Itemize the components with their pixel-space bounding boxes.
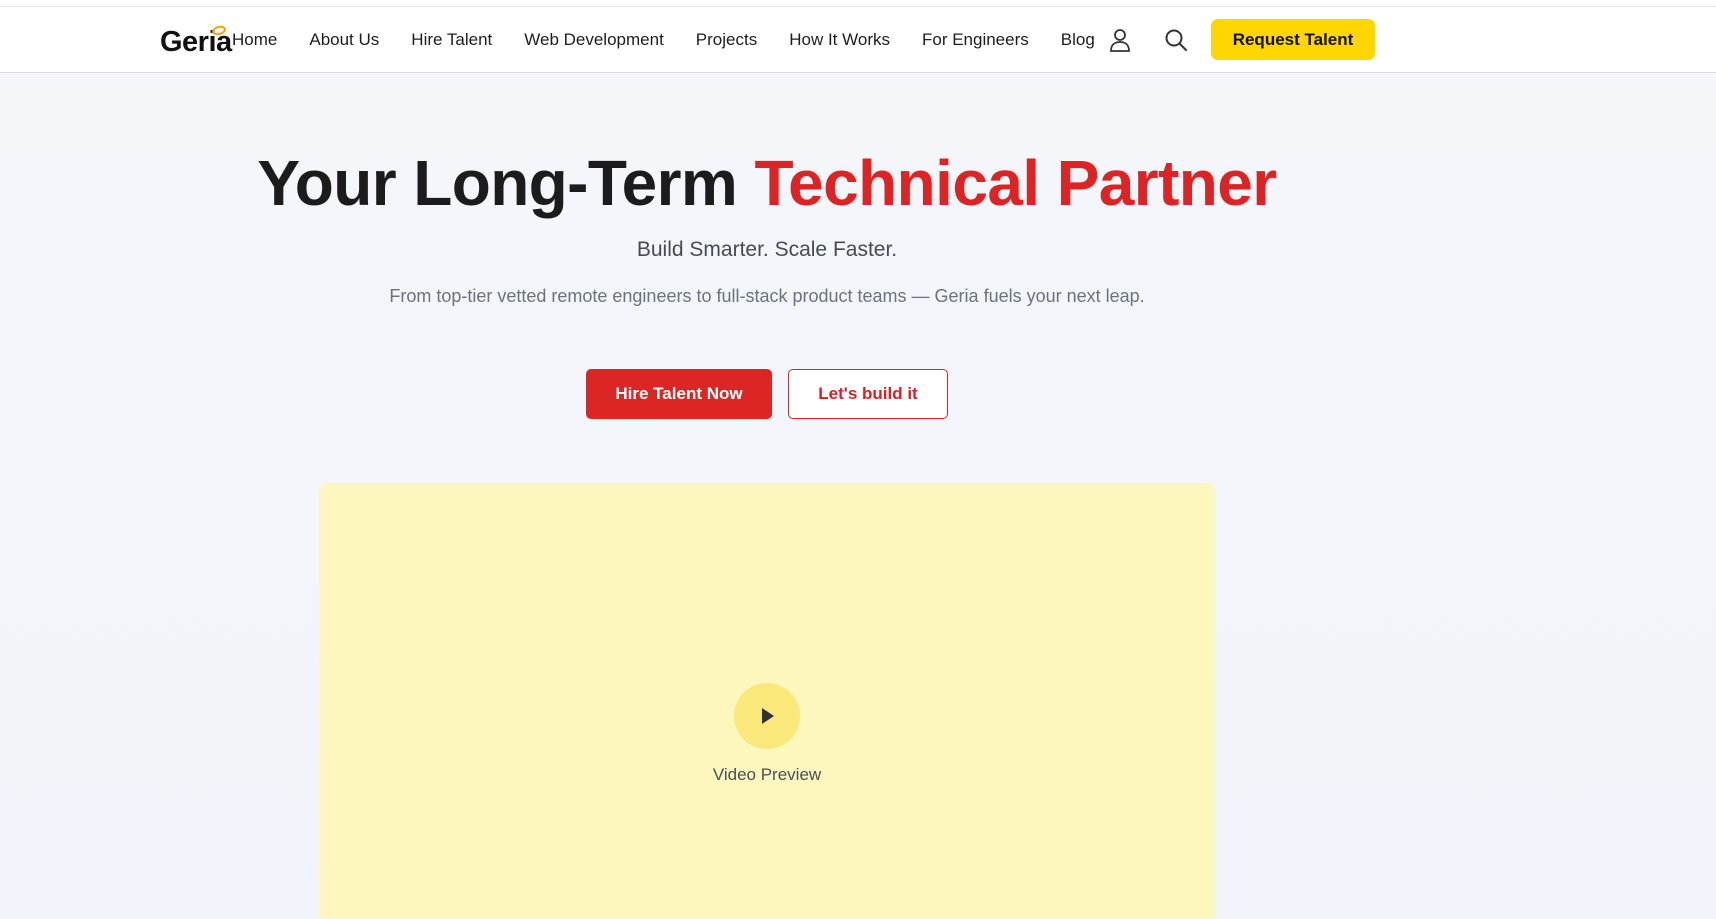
hero-title: Your Long-Term Technical Partner — [0, 148, 1534, 218]
site-header: Geria Home About Us Hire Talent Web Deve… — [0, 7, 1716, 73]
video-preview-label: Video Preview — [712, 765, 822, 784]
logo[interactable]: Geria — [160, 24, 232, 59]
play-button[interactable] — [734, 683, 800, 749]
nav-home[interactable]: Home — [232, 30, 277, 50]
nav-hire-talent[interactable]: Hire Talent — [411, 30, 492, 50]
nav-projects[interactable]: Projects — [696, 30, 757, 50]
nav-blog[interactable]: Blog — [1061, 30, 1095, 50]
play-icon — [762, 708, 774, 724]
nav-for-engineers[interactable]: For Engineers — [922, 30, 1029, 50]
search-icon[interactable] — [1163, 27, 1189, 53]
hire-talent-now-button[interactable]: Hire Talent Now — [586, 369, 772, 419]
lets-build-it-button[interactable]: Let's build it — [788, 369, 948, 419]
hero-tagline: Build Smarter. Scale Faster. — [636, 238, 898, 261]
top-border — [0, 0, 1716, 7]
main-nav: Home About Us Hire Talent Web Developmen… — [232, 7, 1095, 73]
nav-web-development[interactable]: Web Development — [524, 30, 664, 50]
nav-how-it-works[interactable]: How It Works — [789, 30, 890, 50]
video-preview[interactable]: Video Preview — [319, 483, 1215, 919]
hero-description: From top-tier vetted remote engineers to… — [389, 286, 1145, 306]
request-talent-button[interactable]: Request Talent — [1211, 19, 1375, 60]
hero-title-accent: Technical Partner — [754, 147, 1277, 219]
user-icon[interactable] — [1108, 27, 1132, 53]
nav-about-us[interactable]: About Us — [309, 30, 379, 50]
hero-title-main: Your Long-Term — [257, 147, 755, 219]
